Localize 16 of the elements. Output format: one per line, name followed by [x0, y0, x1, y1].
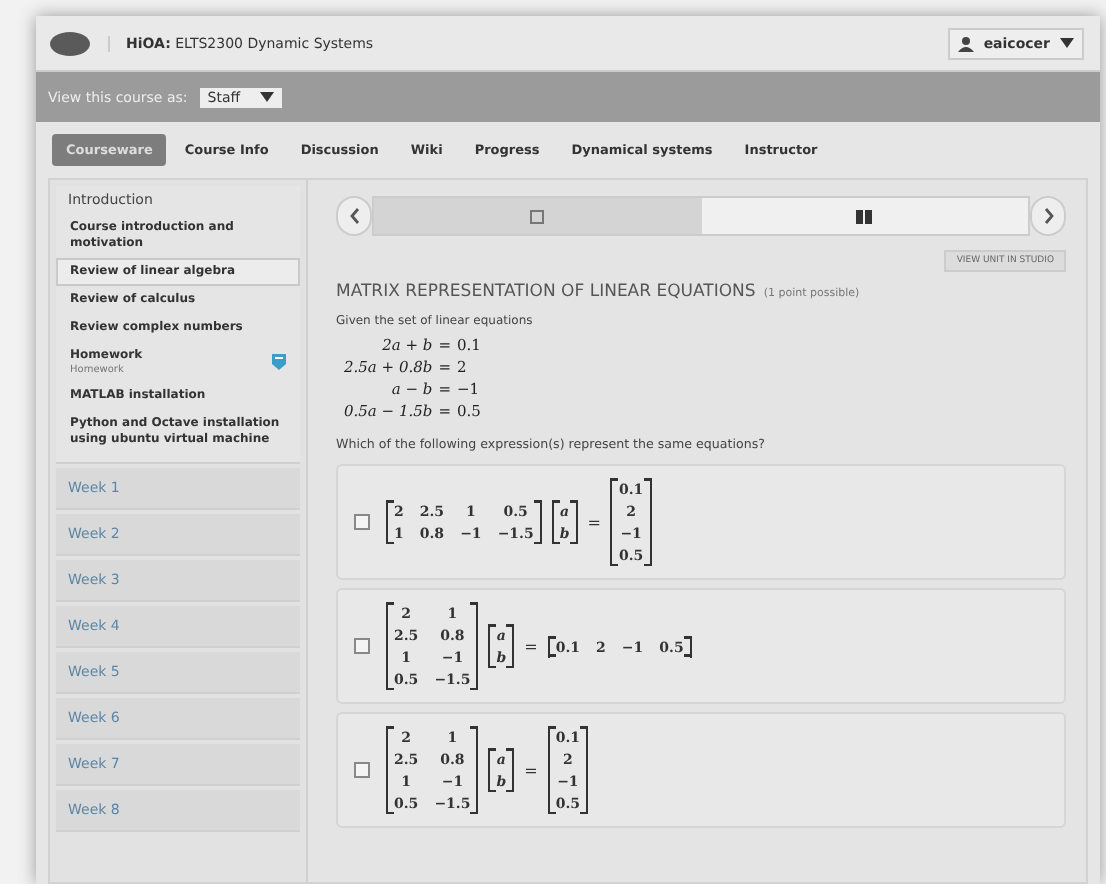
equals-sign: = [524, 637, 538, 655]
choice-checkbox[interactable] [354, 638, 370, 654]
caret-icon [260, 92, 275, 102]
next-button[interactable] [1030, 196, 1066, 236]
chevron-right-icon [1043, 208, 1053, 224]
equals-sign: = [587, 513, 601, 531]
equals-sign: = [524, 761, 538, 779]
logo-icon [48, 29, 92, 57]
square-icon [530, 209, 545, 223]
choice-checkbox[interactable] [354, 514, 370, 530]
problem-title: MATRIX REPRESENTATION OF LINEAR EQUATIONS [336, 282, 756, 302]
choice-checkbox[interactable] [354, 762, 370, 778]
user-icon [957, 35, 974, 51]
previous-button[interactable] [336, 196, 372, 236]
caret-icon [1060, 38, 1074, 48]
chevron-left-icon [349, 208, 359, 224]
